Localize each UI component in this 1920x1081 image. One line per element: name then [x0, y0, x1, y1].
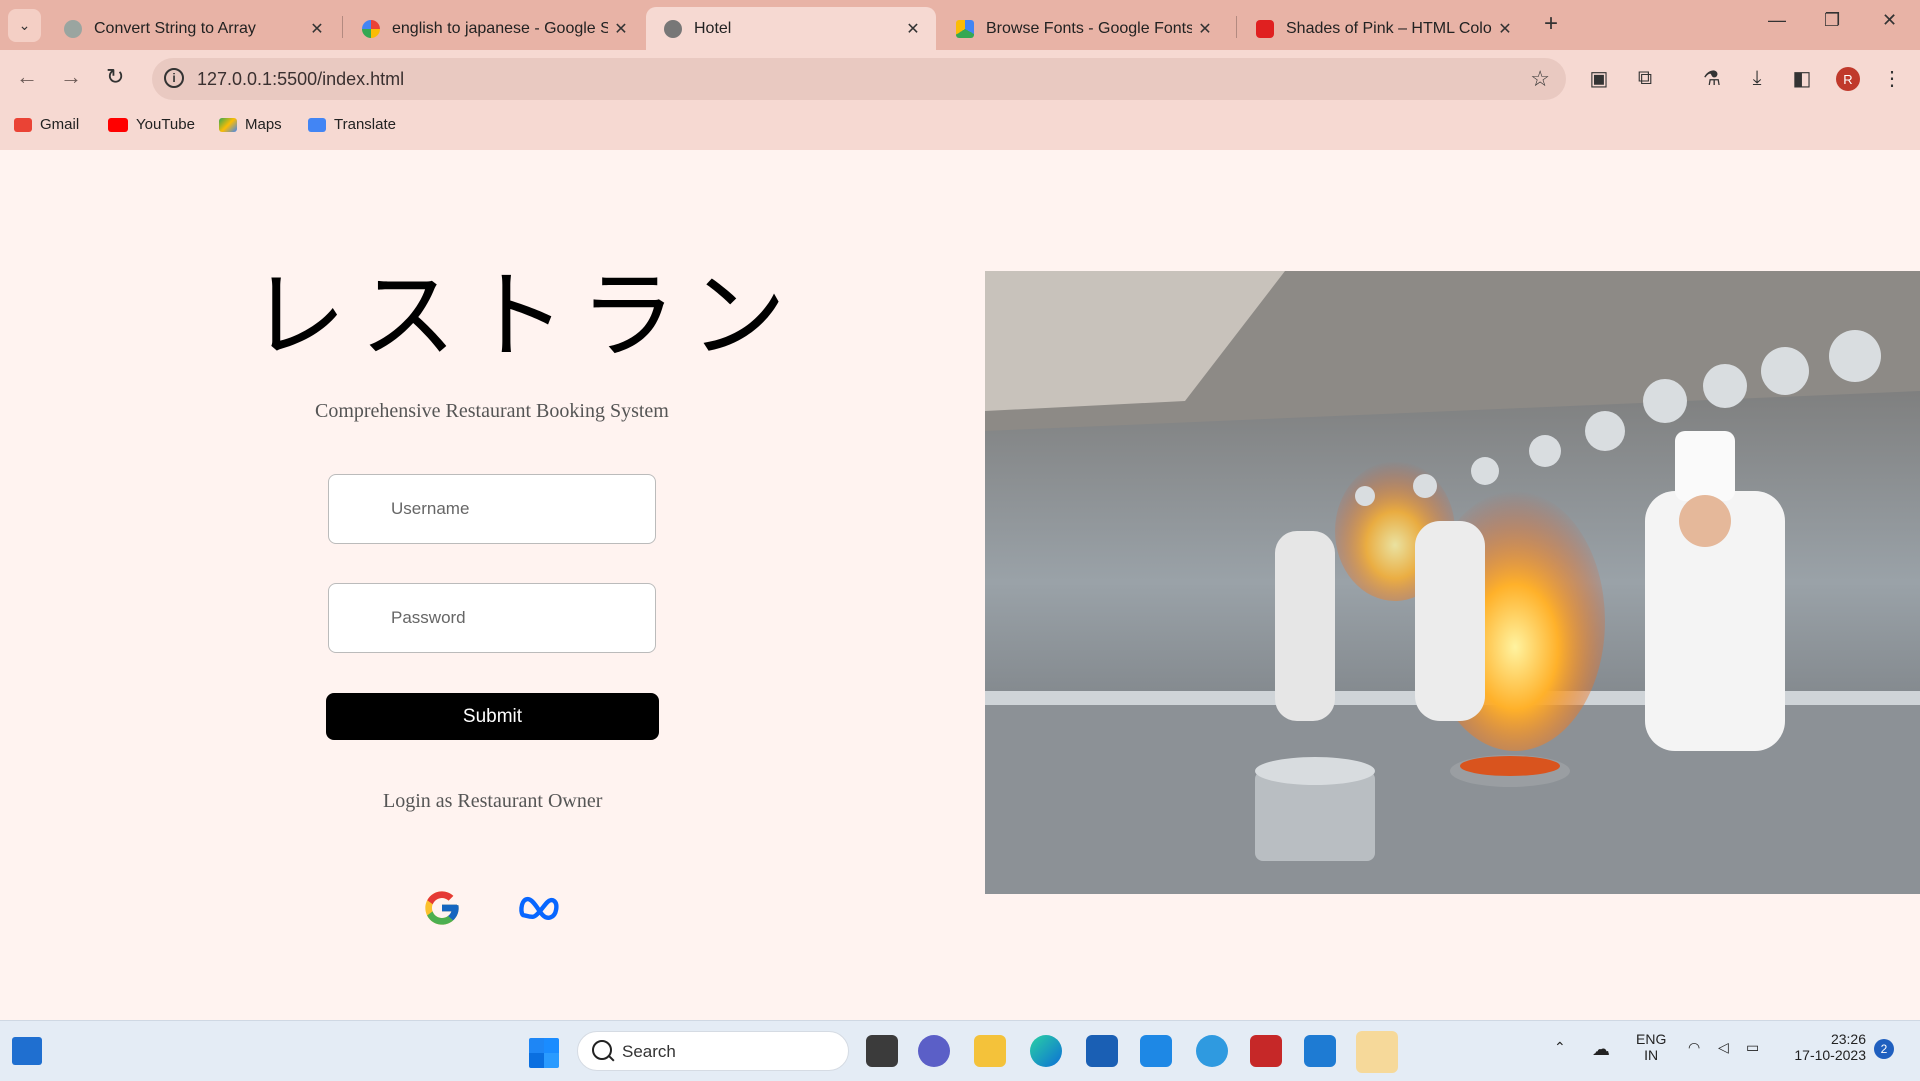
bookmark-label: Translate: [334, 116, 396, 133]
submit-button[interactable]: Submit: [326, 693, 659, 740]
translate-icon: [308, 117, 326, 132]
close-window-button[interactable]: ✕: [1882, 10, 1897, 31]
start-windows-icon[interactable]: [529, 1038, 559, 1068]
clock[interactable]: 23:26 17-10-2023: [1786, 1031, 1866, 1063]
close-tab-icon[interactable]: ✕: [304, 19, 330, 39]
password-input[interactable]: [328, 583, 656, 653]
cloud-icon[interactable]: ☁: [1592, 1039, 1610, 1060]
side-panel-icon[interactable]: ◧: [1790, 66, 1814, 90]
bookmark-youtube[interactable]: YouTube: [108, 116, 195, 133]
download-icon[interactable]: ⤓: [1745, 66, 1769, 90]
page-content: レストラン Comprehensive Restaurant Booking S…: [0, 150, 1920, 1020]
close-tab-icon[interactable]: ✕: [1192, 19, 1218, 39]
store-icon[interactable]: [1086, 1035, 1118, 1067]
google-icon: [362, 19, 380, 38]
youtube-icon: [108, 117, 128, 132]
google-fonts-icon: [956, 19, 974, 38]
tab-hotel[interactable]: Hotel ✕: [646, 7, 936, 50]
tab-google-fonts[interactable]: Browse Fonts - Google Fonts ✕: [938, 7, 1228, 50]
owner-login-link[interactable]: Login as Restaurant Owner: [383, 790, 602, 813]
forward-arrow-icon[interactable]: →: [60, 64, 82, 90]
notification-badge[interactable]: 2: [1874, 1039, 1894, 1059]
bookmark-gmail[interactable]: Gmail: [14, 116, 79, 133]
site-info-icon[interactable]: i: [164, 68, 184, 88]
chatgpt-icon: [64, 19, 82, 38]
tab-title: Convert String to Array: [94, 19, 256, 37]
vscode-icon[interactable]: [1304, 1035, 1336, 1067]
tab-title: Shades of Pink – HTML Color C: [1286, 19, 1492, 37]
chat-icon[interactable]: [918, 1035, 950, 1067]
battery-icon[interactable]: ▭: [1746, 1039, 1759, 1056]
tab-google-translate[interactable]: english to japanese - Google S ✕: [344, 7, 644, 50]
search-label: Search: [622, 1042, 676, 1061]
color-site-icon: [1256, 19, 1274, 38]
weather-icon[interactable]: [1196, 1035, 1228, 1067]
tab-divider: [1236, 16, 1237, 38]
url-text[interactable]: 127.0.0.1:5500/index.html: [197, 69, 404, 90]
kitchen-illustration: [985, 271, 1920, 894]
chrome-icon[interactable]: [1356, 1031, 1398, 1073]
menu-icon[interactable]: ⋮: [1880, 66, 1904, 90]
globe-icon: [664, 19, 682, 38]
profile-avatar[interactable]: R: [1836, 67, 1860, 91]
bookmark-translate[interactable]: Translate: [308, 116, 396, 133]
bookmark-label: Maps: [245, 116, 282, 133]
page-title: レストラン: [250, 260, 800, 372]
wifi-icon[interactable]: ◠: [1688, 1039, 1700, 1056]
gmail-icon: [14, 117, 32, 132]
google-icon[interactable]: [422, 888, 462, 928]
extension-icon[interactable]: ▣: [1587, 66, 1611, 90]
minimize-button[interactable]: —: [1768, 10, 1786, 31]
close-tab-icon[interactable]: ✕: [608, 19, 634, 39]
meta-icon[interactable]: [518, 888, 562, 928]
taskbar: Search ⌃ ☁ ENG IN ◠ ◁ ▭ 23:26 17-10-2023…: [0, 1020, 1920, 1081]
mcafee-icon[interactable]: [1250, 1035, 1282, 1067]
tab-convert-string[interactable]: Convert String to Array ✕: [46, 7, 340, 50]
task-view-icon[interactable]: [866, 1035, 898, 1067]
volume-icon[interactable]: ◁: [1718, 1039, 1729, 1056]
back-arrow-icon[interactable]: ←: [16, 64, 38, 90]
close-tab-icon[interactable]: ✕: [900, 19, 926, 39]
username-input[interactable]: [328, 474, 656, 544]
app-icon[interactable]: [1140, 1035, 1172, 1067]
puzzle-icon[interactable]: ⧉: [1633, 66, 1657, 90]
edge-icon[interactable]: [1030, 1035, 1062, 1067]
bookmark-maps[interactable]: Maps: [219, 116, 282, 133]
bookmark-label: YouTube: [136, 116, 195, 133]
chevron-up-icon[interactable]: ⌃: [1554, 1039, 1566, 1056]
tab-search-button[interactable]: ⌄: [8, 9, 41, 42]
address-bar[interactable]: i 127.0.0.1:5500/index.html ☆: [152, 58, 1566, 100]
tab-strip: ⌄ Convert String to Array ✕ english to j…: [0, 0, 1920, 50]
time-text: 23:26: [1830, 1031, 1866, 1047]
language-indicator[interactable]: ENG IN: [1636, 1031, 1666, 1063]
tab-title: Browse Fonts - Google Fonts: [986, 19, 1192, 37]
widgets-icon[interactable]: [12, 1037, 42, 1065]
tab-title: english to japanese - Google S: [392, 19, 608, 37]
close-tab-icon[interactable]: ✕: [1492, 19, 1518, 39]
maps-icon: [219, 117, 237, 132]
kitchen-photo: [985, 271, 1920, 894]
reload-icon[interactable]: ↻: [106, 64, 124, 90]
taskbar-search[interactable]: Search: [577, 1031, 849, 1071]
new-tab-button[interactable]: +: [1544, 10, 1558, 38]
language-code: ENG: [1636, 1031, 1667, 1047]
tab-shades-of-pink[interactable]: Shades of Pink – HTML Color C ✕: [1238, 7, 1528, 50]
bookmark-star-icon[interactable]: ☆: [1530, 66, 1550, 92]
restore-button[interactable]: ❐: [1824, 10, 1840, 31]
page-subtitle: Comprehensive Restaurant Booking System: [315, 400, 669, 422]
labs-flask-icon[interactable]: ⚗: [1700, 66, 1724, 90]
bookmark-label: Gmail: [40, 116, 80, 133]
file-explorer-icon[interactable]: [974, 1035, 1006, 1067]
region-code: IN: [1644, 1047, 1659, 1063]
browser-toolbar: ← → ↻ i 127.0.0.1:5500/index.html ☆ ▣ ⧉ …: [0, 50, 1920, 108]
date-text: 17-10-2023: [1794, 1047, 1866, 1063]
tab-divider: [342, 16, 343, 38]
bookmarks-bar: Gmail YouTube Maps Translate: [0, 108, 1920, 150]
search-icon: [592, 1040, 612, 1060]
tab-title: Hotel: [694, 19, 732, 37]
